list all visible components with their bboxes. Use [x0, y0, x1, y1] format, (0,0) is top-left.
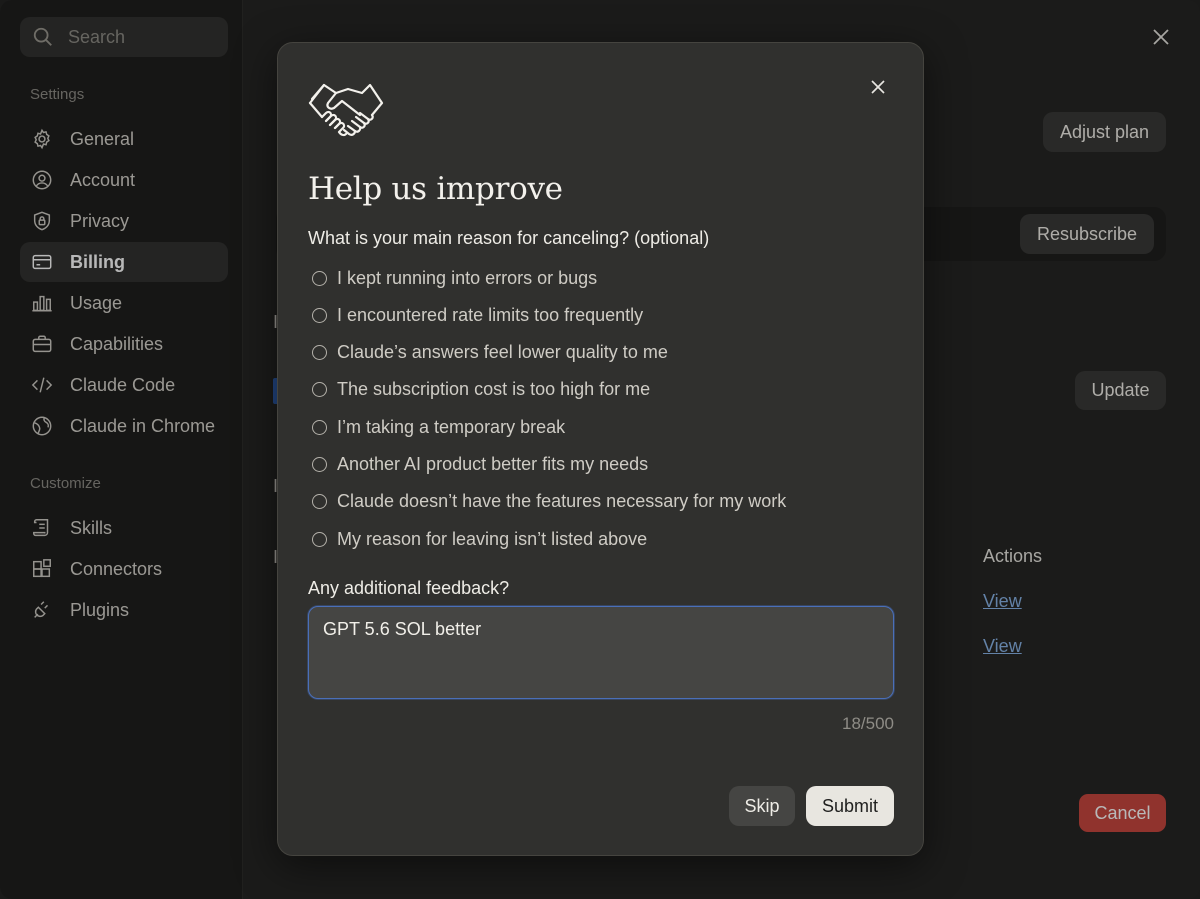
radio-button[interactable] — [312, 270, 327, 286]
radio-button[interactable] — [312, 456, 327, 472]
reason-option-label: Claude doesn’t have the features necessa… — [337, 490, 787, 511]
close-icon[interactable] — [870, 79, 886, 95]
handshake-icon — [308, 83, 384, 137]
reason-option-label: I’m taking a temporary break — [337, 416, 566, 437]
cancel-reason-question: What is your main reason for canceling? … — [308, 228, 710, 248]
radio-button[interactable] — [312, 493, 327, 509]
reason-option[interactable]: I’m taking a temporary break — [312, 415, 565, 439]
radio-button[interactable] — [312, 419, 327, 435]
skip-button[interactable]: Skip — [729, 786, 795, 826]
reason-option[interactable]: Another AI product better fits my needs — [312, 452, 648, 476]
settings-window: Search Settings General Account Privacy … — [0, 0, 1200, 899]
cancel-feedback-dialog: Help us improve What is your main reason… — [277, 42, 924, 856]
reason-option-label: Claude’s answers feel lower quality to m… — [337, 341, 668, 362]
reason-option[interactable]: My reason for leaving isn’t listed above — [312, 527, 647, 551]
reason-option-label: Another AI product better fits my needs — [337, 453, 649, 474]
radio-button[interactable] — [312, 381, 327, 397]
radio-button[interactable] — [312, 344, 327, 360]
reason-option-label: I encountered rate limits too frequently — [337, 304, 644, 325]
reason-option[interactable]: I encountered rate limits too frequently — [312, 303, 643, 327]
reason-option-label: My reason for leaving isn’t listed above — [337, 528, 648, 549]
reason-option[interactable]: I kept running into errors or bugs — [312, 266, 597, 290]
radio-button[interactable] — [312, 531, 327, 547]
reason-option-label: I kept running into errors or bugs — [337, 267, 598, 288]
dialog-title: Help us improve — [308, 171, 563, 207]
feedback-label: Any additional feedback? — [308, 578, 510, 598]
reason-option[interactable]: The subscription cost is too high for me — [312, 377, 650, 401]
reason-option-label: The subscription cost is too high for me — [337, 378, 651, 399]
submit-button[interactable]: Submit — [806, 786, 894, 826]
character-counter: 18/500 — [842, 714, 894, 733]
feedback-textarea[interactable]: GPT 5.6 SOL better — [308, 606, 894, 699]
reason-option[interactable]: Claude’s answers feel lower quality to m… — [312, 340, 668, 364]
radio-button[interactable] — [312, 307, 327, 323]
reason-option[interactable]: Claude doesn’t have the features necessa… — [312, 489, 786, 513]
